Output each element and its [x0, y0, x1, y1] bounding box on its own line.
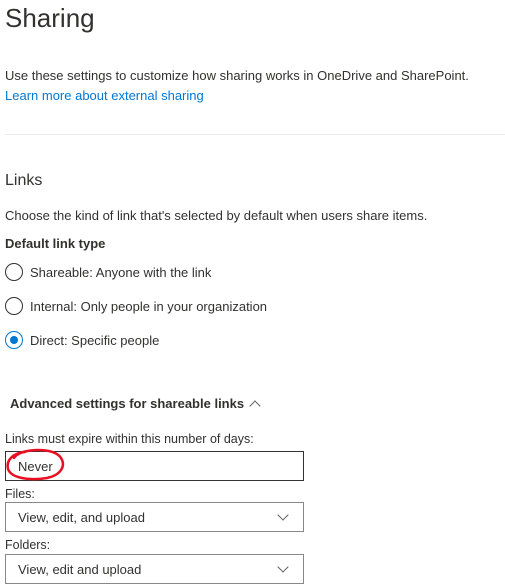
advanced-settings-toggle[interactable]: Advanced settings for shareable links	[10, 394, 261, 414]
chevron-down-icon	[277, 561, 289, 573]
files-label: Files:	[5, 487, 35, 501]
folders-label: Folders:	[5, 538, 51, 552]
radio-button-icon[interactable]	[5, 263, 23, 281]
radio-button-icon[interactable]	[5, 297, 23, 315]
radio-shareable[interactable]: Shareable: Anyone with the link	[5, 260, 211, 284]
radio-label: Shareable: Anyone with the link	[30, 264, 212, 280]
radio-button-checked-icon[interactable]	[5, 331, 23, 349]
files-dropdown-value: View, edit, and upload	[18, 509, 145, 525]
expire-days-label: Links must expire within this number of …	[5, 432, 254, 446]
chevron-up-icon	[249, 400, 261, 412]
folders-permission-dropdown[interactable]: View, edit and upload	[5, 554, 304, 584]
page-title: Sharing	[5, 3, 95, 33]
folders-dropdown-value: View, edit and upload	[18, 561, 142, 577]
learn-more-link[interactable]: Learn more about external sharing	[5, 86, 204, 106]
links-section-description: Choose the kind of link that's selected …	[5, 208, 428, 223]
advanced-settings-label: Advanced settings for shareable links	[10, 396, 245, 411]
chevron-down-icon	[277, 509, 289, 521]
sharing-settings-page: Sharing Use these settings to customize …	[5, 0, 505, 587]
divider	[5, 134, 505, 135]
files-permission-dropdown[interactable]: View, edit, and upload	[5, 502, 304, 532]
radio-direct[interactable]: Direct: Specific people	[5, 328, 159, 352]
default-link-type-label: Default link type	[5, 236, 106, 251]
expire-days-input[interactable]	[5, 451, 304, 481]
intro-text: Use these settings to customize how shar…	[5, 68, 469, 83]
radio-internal[interactable]: Internal: Only people in your organizati…	[5, 294, 267, 318]
links-section-heading: Links	[5, 172, 43, 189]
radio-label: Direct: Specific people	[30, 332, 160, 348]
radio-label: Internal: Only people in your organizati…	[30, 298, 268, 314]
